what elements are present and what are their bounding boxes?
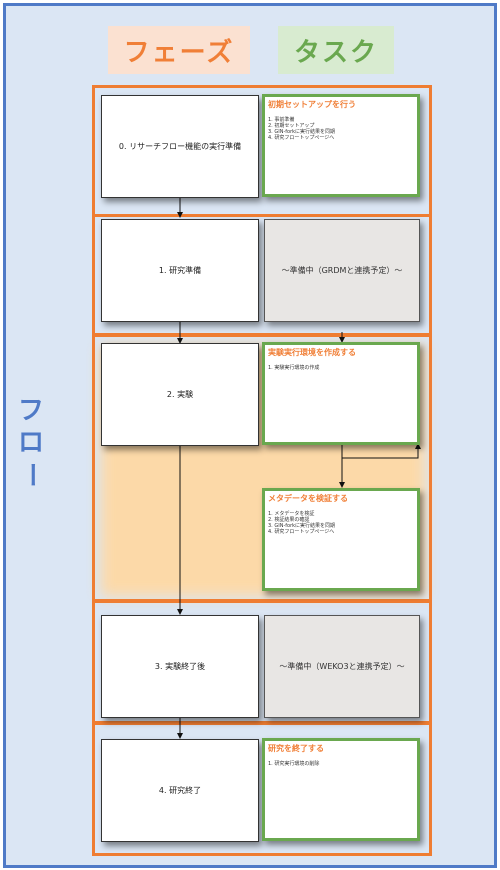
phase-label-2: 2. 実験 — [166, 390, 194, 399]
phase-box-3[interactable]: 3. 実験終了後 — [101, 615, 259, 718]
phase-box-0[interactable]: 0. リサーチフロー機能の実行準備 — [101, 95, 259, 198]
task-box-environment[interactable]: 実験実行環境を作成する 1. 実験実行環境の作成 — [262, 342, 420, 445]
task-list-setup: 1. 事前準備 2. 初期セットアップ 3. GIN-forkに実行結果を同期 … — [268, 117, 414, 141]
phase-label-3: 3. 実験終了後 — [154, 662, 206, 671]
phase-label-4: 4. 研究終了 — [158, 786, 202, 795]
task-item[interactable]: 4. 研究フロートップページへ — [268, 529, 414, 535]
arrow-loop — [342, 443, 421, 459]
task-box-metadata[interactable]: メタデータを検証する 1. メタデータを検証 2. 検証結果の確認 3. GIN… — [262, 488, 420, 591]
task-box-setup[interactable]: 初期セットアップを行う 1. 事前準備 2. 初期セットアップ 3. GIN-f… — [262, 94, 420, 197]
phase-label-1: 1. 研究準備 — [158, 266, 202, 275]
task-title-environment: 実験実行環境を作成する — [268, 348, 356, 357]
task-list-finish: 1. 研究実行環境の削除 — [268, 761, 414, 767]
phase-box-1[interactable]: 1. 研究準備 — [101, 219, 259, 322]
task-list-environment: 1. 実験実行環境の作成 — [268, 365, 414, 371]
task-title-metadata: メタデータを検証する — [268, 494, 348, 503]
phase-box-2[interactable]: 2. 実験 — [101, 343, 259, 446]
pending-label-grdm: ～準備中（GRDMと連携予定）～ — [281, 266, 403, 275]
task-list-metadata: 1. メタデータを検証 2. 検証結果の確認 3. GIN-forkに実行結果を… — [268, 511, 414, 535]
pending-box-weko3: ～準備中（WEKO3と連携予定）～ — [264, 615, 420, 718]
task-item[interactable]: 1. 研究実行環境の削除 — [268, 761, 414, 767]
phase-box-4[interactable]: 4. 研究終了 — [101, 739, 259, 842]
phase-label-0: 0. リサーチフロー機能の実行準備 — [118, 142, 242, 151]
task-item[interactable]: 4. 研究フロートップページへ — [268, 135, 414, 141]
task-title-finish: 研究を終了する — [268, 744, 324, 753]
pending-box-grdm: ～準備中（GRDMと連携予定）～ — [264, 219, 420, 322]
task-item[interactable]: 1. 実験実行環境の作成 — [268, 365, 414, 371]
task-box-finish[interactable]: 研究を終了する 1. 研究実行環境の削除 — [262, 738, 420, 841]
task-title-setup: 初期セットアップを行う — [268, 100, 356, 109]
pending-label-weko3: ～準備中（WEKO3と連携予定）～ — [279, 662, 405, 671]
